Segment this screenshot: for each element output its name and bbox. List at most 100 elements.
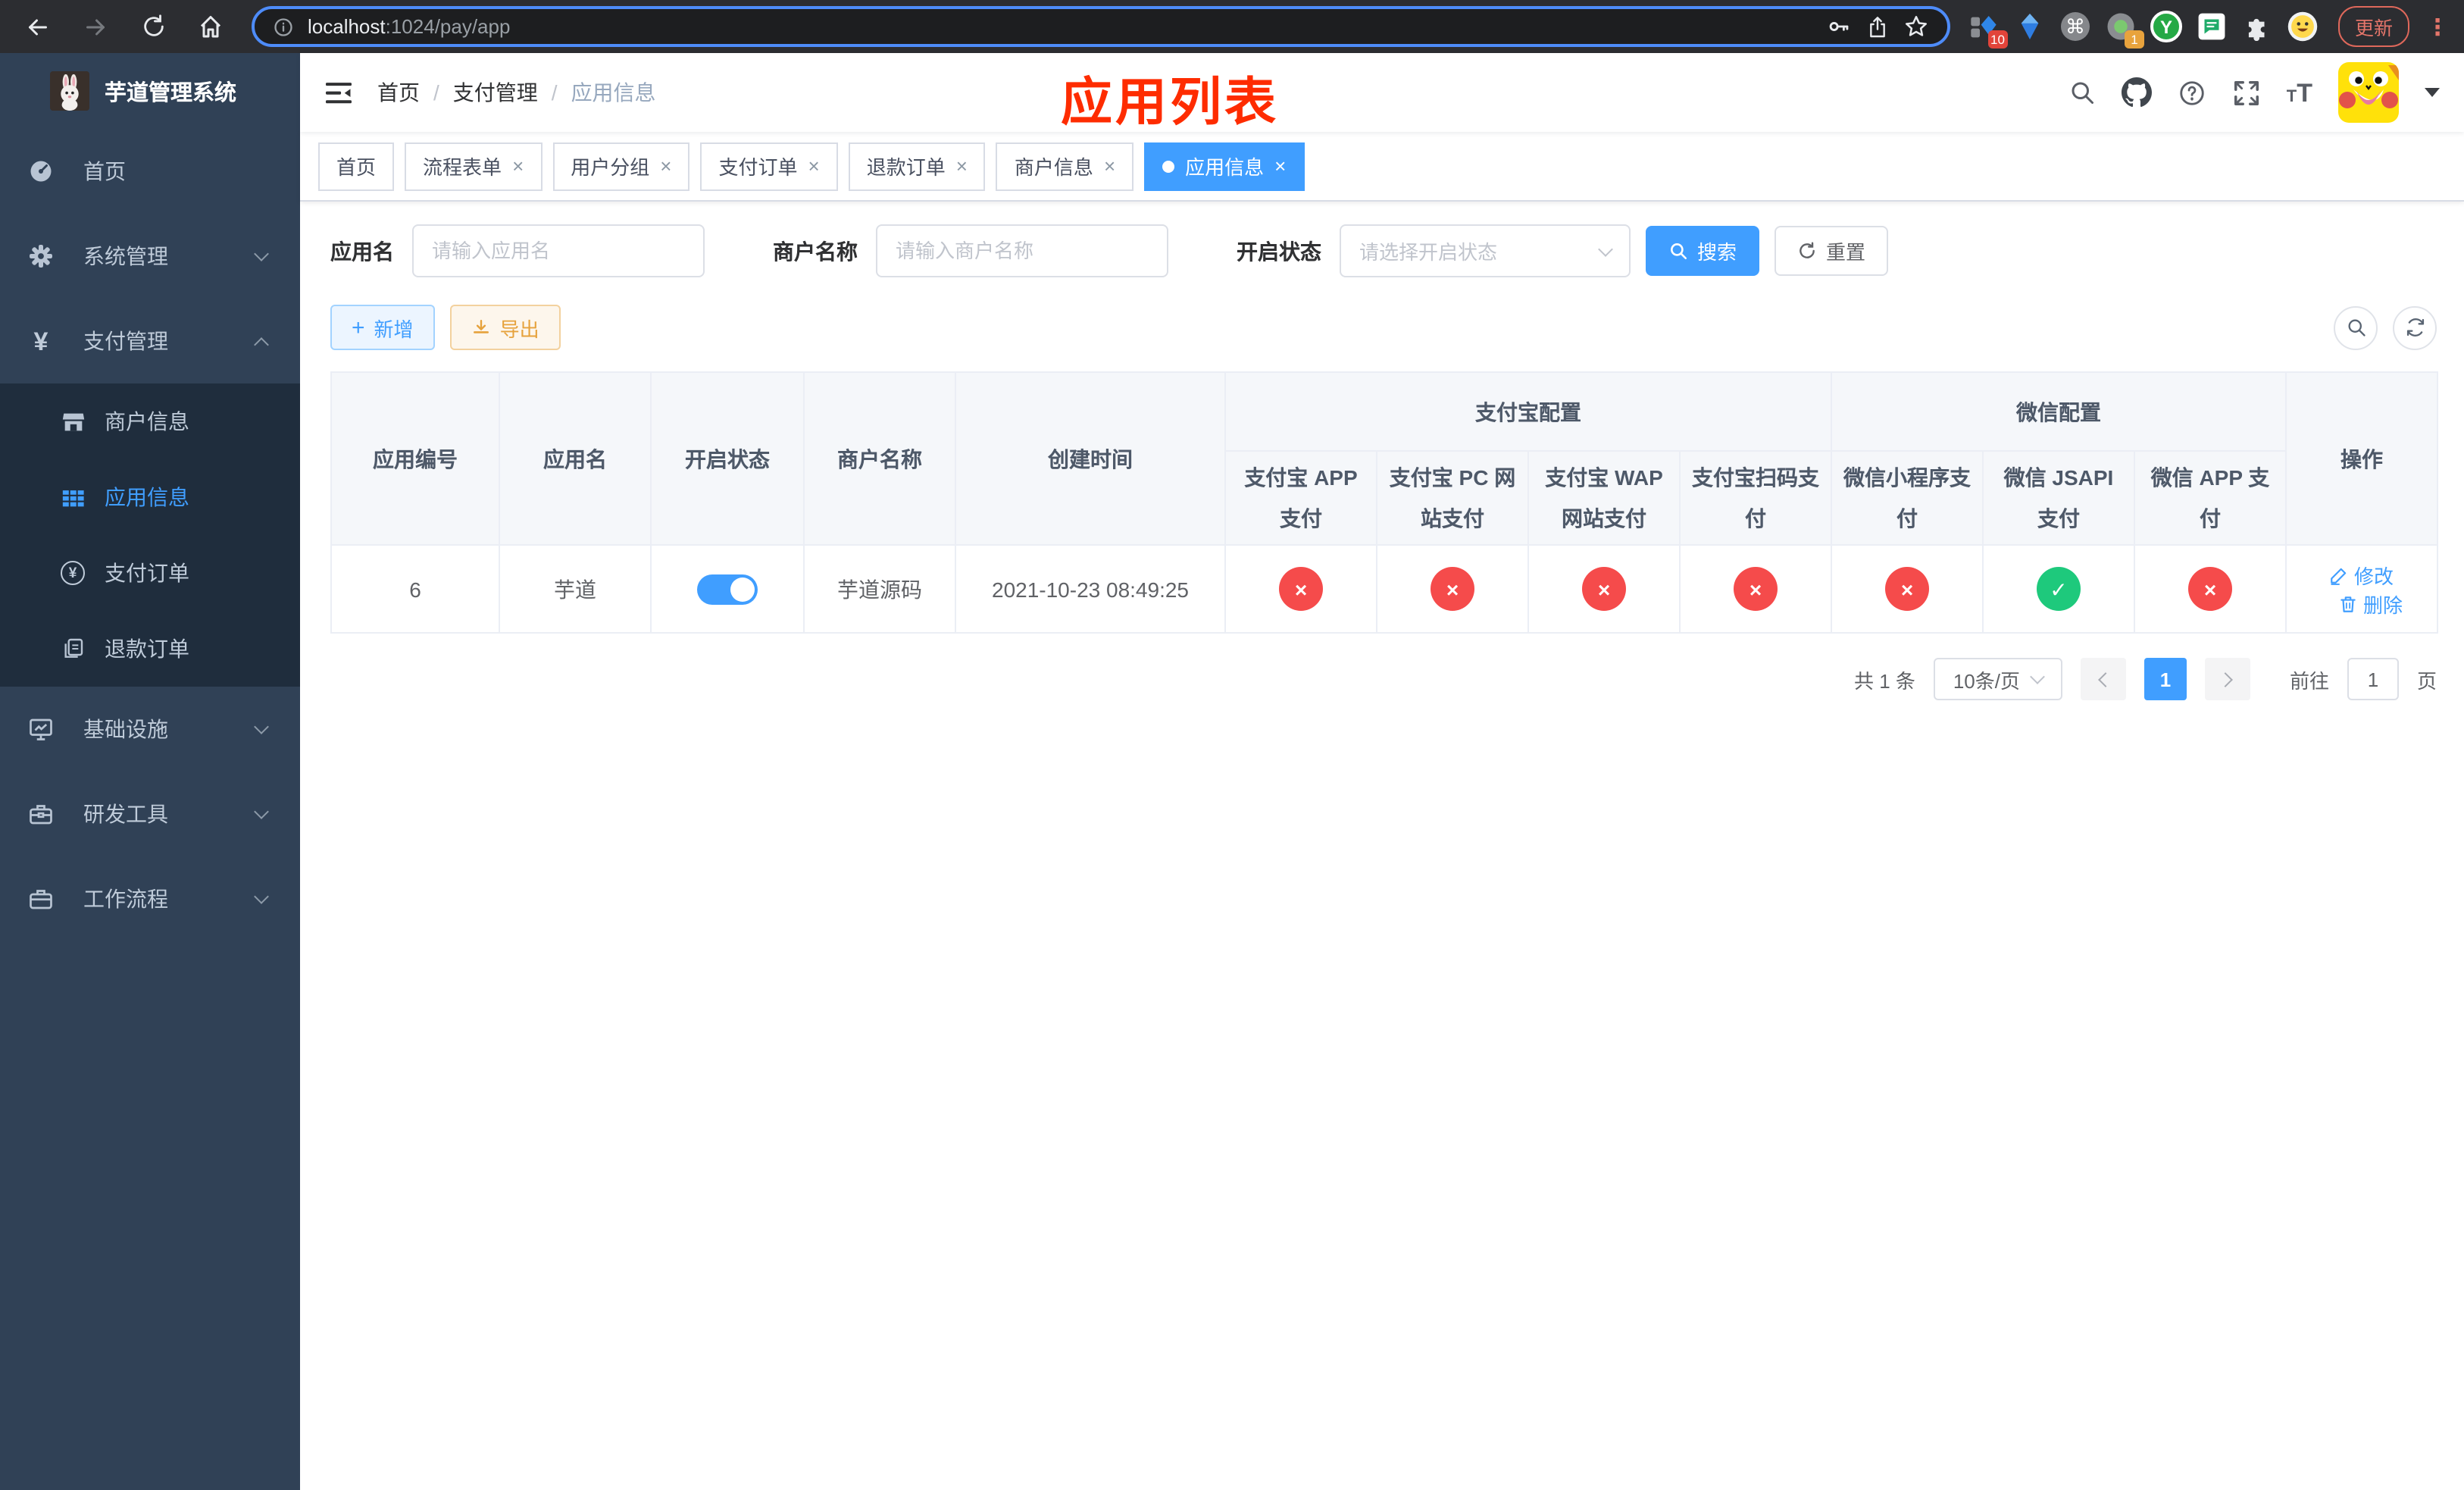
sidebar-item-merchant-info[interactable]: 商户信息 xyxy=(0,383,300,459)
tag-user-group[interactable]: 用户分组 × xyxy=(552,142,690,190)
page-size-select[interactable]: 10条/页 xyxy=(1933,658,2062,701)
export-button[interactable]: 导出 xyxy=(449,305,561,350)
tag-home[interactable]: 首页 xyxy=(318,142,395,190)
chevron-down-icon xyxy=(1598,241,1613,256)
group-alipay-config: 支付宝配置 xyxy=(1224,371,1832,452)
add-button[interactable]: + 新增 xyxy=(330,305,435,350)
tag-merchant-info[interactable]: 商户信息 × xyxy=(996,142,1134,190)
extension-chat-icon[interactable] xyxy=(2196,11,2228,42)
cell-alipay-wap: × xyxy=(1527,544,1681,634)
status-toggle[interactable] xyxy=(697,574,758,605)
tag-refund-orders[interactable]: 退款订单 × xyxy=(848,142,986,190)
prev-page-button[interactable] xyxy=(2080,658,2126,701)
password-key-icon[interactable] xyxy=(1826,14,1852,39)
extension-command-icon[interactable]: ⌘ xyxy=(2059,11,2091,42)
sidebar-item-refund-orders[interactable]: 退款订单 xyxy=(0,611,300,687)
close-icon[interactable]: × xyxy=(1274,156,1286,176)
tag-app-info[interactable]: 应用信息 × xyxy=(1144,142,1305,190)
cell-app-name: 芋道 xyxy=(499,544,652,634)
status-yes-icon: ✓ xyxy=(2037,567,2081,612)
logo-rabbit-icon xyxy=(50,71,89,111)
toolbox-icon xyxy=(27,800,55,828)
extension-y-icon[interactable]: Y xyxy=(2150,11,2182,42)
sidebar-item-workflow[interactable]: 工作流程 xyxy=(0,856,300,941)
close-icon[interactable]: × xyxy=(808,156,820,176)
col-alipay-app: 支付宝 APP 支付 xyxy=(1224,449,1377,546)
github-icon[interactable] xyxy=(2121,77,2152,108)
extension-kite-icon[interactable] xyxy=(2014,11,2046,42)
breadcrumb-home[interactable]: 首页 xyxy=(377,77,420,108)
extensions-puzzle-icon[interactable] xyxy=(2241,11,2273,42)
close-icon[interactable]: × xyxy=(660,156,671,176)
browser-menu-icon[interactable]: ⋮ xyxy=(2426,13,2449,40)
merchant-name-input[interactable] xyxy=(876,224,1168,277)
status-select[interactable]: 请选择开启状态 xyxy=(1340,224,1631,277)
extension-diamond-icon[interactable]: 10 xyxy=(1968,11,2008,49)
sidebar-item-infrastructure[interactable]: 基础设施 xyxy=(0,687,300,772)
toggle-search-button[interactable] xyxy=(2334,305,2378,349)
search-icon[interactable] xyxy=(2068,79,2096,106)
goto-label: 前往 xyxy=(2289,669,2329,693)
cell-wechat-mini: × xyxy=(1831,544,1984,634)
sidebar-item-payment-orders[interactable]: ¥ 支付订单 xyxy=(0,535,300,611)
home-icon[interactable] xyxy=(188,4,233,49)
reload-icon[interactable] xyxy=(130,4,176,49)
extension-record-icon[interactable]: 1 xyxy=(2105,11,2144,49)
sidebar-item-home[interactable]: 首页 xyxy=(0,129,300,214)
bookmark-star-icon[interactable] xyxy=(1903,14,1929,39)
col-app-name: 应用名 xyxy=(499,371,652,546)
tag-process-form[interactable]: 流程表单 × xyxy=(405,142,543,190)
breadcrumb-payment[interactable]: 支付管理 xyxy=(453,77,538,108)
url-bar[interactable]: localhost:1024/pay/app xyxy=(252,6,1950,47)
sidebar-collapse-icon[interactable] xyxy=(324,80,353,105)
forward-icon[interactable] xyxy=(73,4,118,49)
app-name-input[interactable] xyxy=(412,224,705,277)
app-title: 芋道管理系统 xyxy=(105,81,236,105)
edit-link[interactable]: 修改 xyxy=(2330,560,2394,589)
active-dot xyxy=(1162,160,1175,172)
sidebar-logo[interactable]: 芋道管理系统 xyxy=(0,53,300,129)
close-icon[interactable]: × xyxy=(512,156,524,176)
help-icon[interactable] xyxy=(2178,78,2206,107)
status-no-icon: × xyxy=(2188,567,2232,612)
refresh-button[interactable] xyxy=(2393,305,2437,349)
status-no-icon: × xyxy=(1582,567,1626,612)
page-content: 应用名 商户名称 开启状态 请选择开启状态 搜索 xyxy=(300,202,2464,1490)
sidebar-item-app-info[interactable]: 应用信息 xyxy=(0,459,300,535)
cell-status xyxy=(650,544,805,634)
plus-icon: + xyxy=(352,315,365,340)
sidebar-item-payment[interactable]: ¥ 支付管理 xyxy=(0,299,300,383)
browser-nav xyxy=(15,4,233,49)
reset-button[interactable]: 重置 xyxy=(1775,226,1889,276)
cell-alipay-app: × xyxy=(1224,544,1377,634)
chevron-down-icon xyxy=(254,803,269,819)
briefcase-icon xyxy=(27,885,55,912)
merchant-name-label: 商户名称 xyxy=(773,239,858,263)
font-size-icon[interactable]: TT xyxy=(2287,80,2312,105)
sidebar-item-dev-tools[interactable]: 研发工具 xyxy=(0,772,300,856)
chevron-right-icon xyxy=(2218,671,2233,687)
page-number-1[interactable]: 1 xyxy=(2143,658,2187,701)
search-button[interactable]: 搜索 xyxy=(1646,226,1760,276)
info-icon[interactable] xyxy=(273,16,294,37)
page-annotation-title: 应用列表 xyxy=(1061,74,1279,132)
goto-page-input[interactable] xyxy=(2347,658,2399,701)
page-suffix: 页 xyxy=(2416,669,2437,693)
fullscreen-icon[interactable] xyxy=(2232,78,2261,107)
close-icon[interactable]: × xyxy=(1104,156,1115,176)
share-icon[interactable] xyxy=(1865,14,1890,39)
browser-update-button[interactable]: 更新 xyxy=(2337,6,2409,47)
next-page-button[interactable] xyxy=(2204,658,2250,701)
tag-payment-orders[interactable]: 支付订单 × xyxy=(700,142,838,190)
status-no-icon: × xyxy=(1431,567,1474,612)
table-toolbar: + 新增 导出 xyxy=(330,305,2437,350)
extension-badge: 1 xyxy=(2124,30,2144,49)
close-icon[interactable]: × xyxy=(956,156,968,176)
breadcrumb: 首页 / 支付管理 / 应用信息 xyxy=(377,77,656,108)
sidebar-item-system[interactable]: 系统管理 xyxy=(0,214,300,299)
user-avatar[interactable] xyxy=(2338,62,2399,123)
profile-avatar-icon[interactable] xyxy=(2287,11,2319,42)
back-icon[interactable] xyxy=(15,4,61,49)
delete-link[interactable]: 删除 xyxy=(2339,589,2403,618)
avatar-caret-icon[interactable] xyxy=(2425,88,2440,97)
